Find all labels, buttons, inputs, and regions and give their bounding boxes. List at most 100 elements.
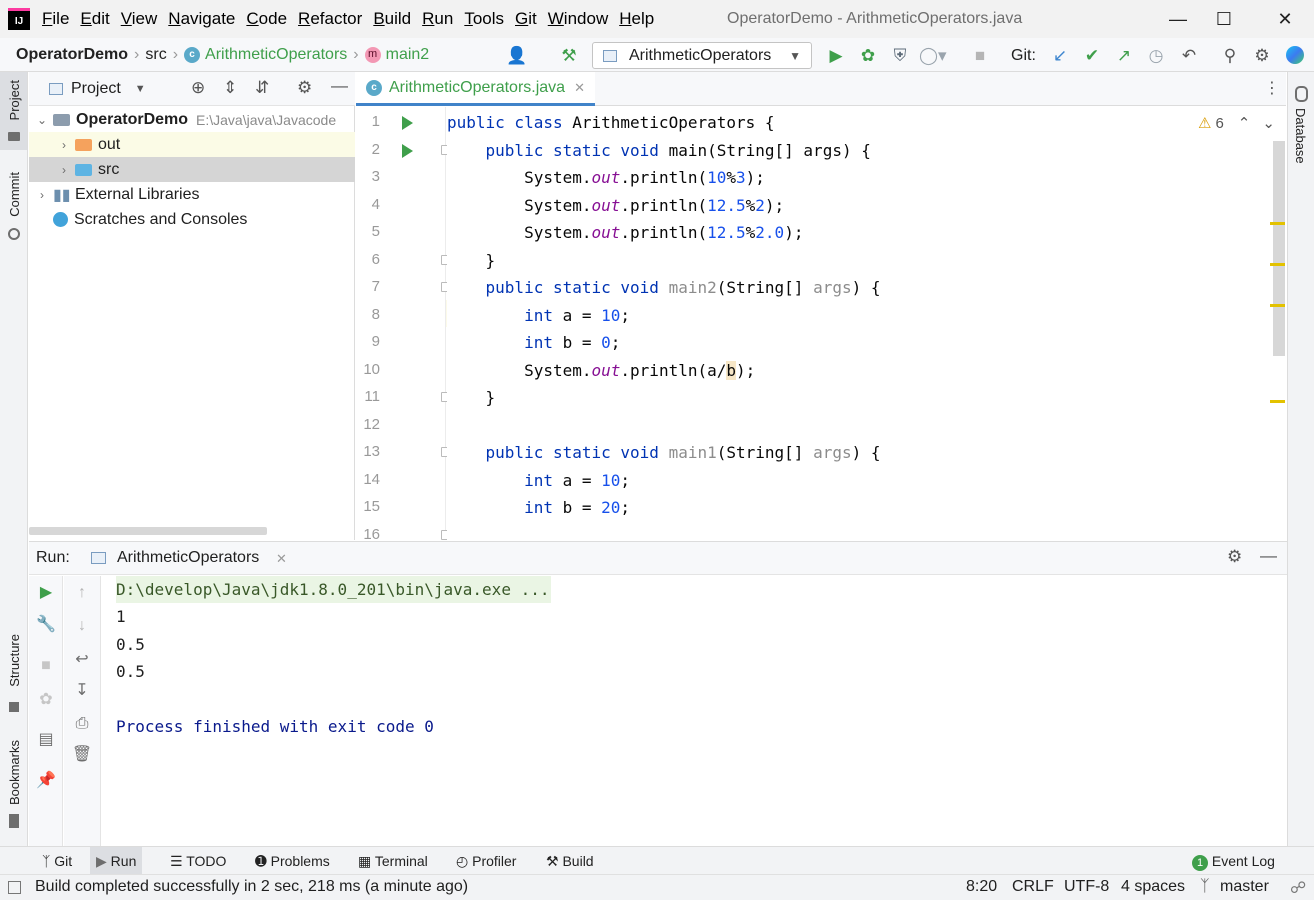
run-configuration-select[interactable]: ArithmeticOperators ▼ xyxy=(592,42,812,69)
gutter-run-icon[interactable] xyxy=(402,116,413,130)
project-tool-tab[interactable]: Project xyxy=(7,80,22,120)
database-tool-tab[interactable]: Database xyxy=(1293,108,1308,164)
code-line[interactable]: System.out.println(a/b); xyxy=(447,357,1273,384)
tool-tab-todo[interactable]: ☰ TODO xyxy=(164,847,232,875)
toggle-tool-windows-icon[interactable] xyxy=(8,881,21,894)
wrench-icon[interactable]: 🔧 xyxy=(34,613,58,637)
gear-icon[interactable]: ⚙ xyxy=(1227,547,1242,567)
history-clock-icon[interactable]: ◷ xyxy=(1143,43,1169,69)
gear-icon[interactable]: ⚙ xyxy=(1249,43,1275,69)
editor-vertical-scrollbar[interactable] xyxy=(1273,141,1285,356)
hide-panel-icon[interactable]: — xyxy=(1260,546,1277,566)
code-line[interactable] xyxy=(447,412,1273,439)
menu-git[interactable]: Git xyxy=(509,0,542,38)
tool-tab-terminal[interactable]: ▦ Terminal xyxy=(352,847,434,875)
debug-bug-icon[interactable]: ✿ xyxy=(855,43,881,69)
commit-tool-tab[interactable]: Commit xyxy=(7,172,22,217)
menu-tools[interactable]: Tools xyxy=(458,0,509,38)
stop-icon[interactable]: ■ xyxy=(34,654,58,678)
breadcrumb-method[interactable]: main2 xyxy=(386,46,430,64)
chevron-down-icon[interactable]: ⌄ xyxy=(1262,114,1275,132)
rollback-icon[interactable]: ↶ xyxy=(1176,43,1202,69)
tree-item-operatordemo[interactable]: ⌄ OperatorDemo E:\Java\java\Javacode xyxy=(29,107,355,132)
status-message[interactable]: Build completed successfully in 2 sec, 2… xyxy=(35,878,468,896)
horizontal-scrollbar[interactable] xyxy=(29,527,267,535)
menu-edit[interactable]: Edit xyxy=(74,0,114,38)
more-options-icon[interactable]: ⋮ xyxy=(1264,78,1280,98)
tool-tab-profiler[interactable]: ◴ Profiler xyxy=(450,847,522,875)
read-only-lock-icon[interactable]: ☍ xyxy=(1290,878,1306,898)
tool-tab-build[interactable]: ⚒ Build xyxy=(540,847,600,875)
tool-tab-git[interactable]: ᛉ Git xyxy=(36,847,78,875)
jetbrains-toolbox-icon[interactable] xyxy=(1286,46,1304,64)
warning-marker[interactable] xyxy=(1270,400,1285,403)
breadcrumb-project[interactable]: OperatorDemo xyxy=(16,46,128,64)
soft-wrap-icon[interactable]: ↩ xyxy=(70,648,94,672)
code-line[interactable]: int b = 20; xyxy=(447,494,1273,521)
inspection-widget[interactable]: ⚠ 6 ⌃ ⌄ xyxy=(1198,114,1275,133)
tree-item-external-libraries[interactable]: › ▮▮ External Libraries xyxy=(29,182,355,207)
scroll-to-end-icon[interactable]: ↧ xyxy=(70,679,94,703)
code-line[interactable]: System.out.println(12.5%2); xyxy=(447,192,1273,219)
menu-run[interactable]: Run xyxy=(416,0,458,38)
code-editor[interactable]: public class ArithmeticOperators { publi… xyxy=(447,107,1273,540)
line-separator[interactable]: CRLF xyxy=(1012,878,1054,896)
code-line[interactable]: public class ArithmeticOperators { xyxy=(447,109,1273,136)
arrow-up-icon[interactable]: ↑ xyxy=(70,581,94,605)
expand-all-icon[interactable]: ⇕ xyxy=(223,78,237,98)
maximize-button[interactable]: ☐ xyxy=(1201,0,1247,38)
tab-arithmeticoperators-java[interactable]: c ArithmeticOperators.java ✕ xyxy=(356,72,595,106)
tree-item-src[interactable]: › src xyxy=(29,157,355,182)
code-line[interactable]: public static void main1(String[] args) … xyxy=(447,439,1273,466)
tool-tab-run[interactable]: ▶ Run xyxy=(90,847,143,875)
code-line[interactable]: public static void main2(String[] args) … xyxy=(447,274,1273,301)
code-line[interactable] xyxy=(447,522,1273,541)
menu-build[interactable]: Build xyxy=(367,0,416,38)
coverage-icon[interactable]: ⛨ xyxy=(887,43,913,69)
event-log-button[interactable]: 1 Event Log xyxy=(1186,847,1281,875)
collapse-all-icon[interactable]: ⇵ xyxy=(255,78,269,98)
code-line[interactable]: int b = 0; xyxy=(447,329,1273,356)
git-branch[interactable]: master xyxy=(1220,878,1269,896)
code-line[interactable]: System.out.println(10%3); xyxy=(447,164,1273,191)
gear-icon[interactable]: ⚙ xyxy=(297,78,312,98)
tree-item-out[interactable]: › out xyxy=(29,132,355,157)
arrow-down-icon[interactable]: ↓ xyxy=(70,614,94,638)
print-icon[interactable]: ⎙ xyxy=(70,712,94,736)
project-panel-title[interactable]: Project xyxy=(71,80,121,98)
close-window-button[interactable]: ✕ xyxy=(1262,0,1308,38)
run-button[interactable]: ▶ xyxy=(823,43,849,69)
code-line[interactable]: int a = 10; xyxy=(447,467,1273,494)
menu-window[interactable]: Window xyxy=(542,0,613,38)
git-push-icon[interactable]: ↗ xyxy=(1111,43,1137,69)
user-icon[interactable]: 👤▾ xyxy=(504,43,530,91)
file-encoding[interactable]: UTF-8 xyxy=(1064,878,1109,896)
stop-button[interactable]: ■ xyxy=(967,43,993,69)
indent-setting[interactable]: 4 spaces xyxy=(1121,878,1185,896)
breadcrumb-src[interactable]: src xyxy=(145,46,166,64)
caret-position[interactable]: 8:20 xyxy=(966,878,997,896)
warning-marker[interactable] xyxy=(1270,222,1285,225)
breadcrumb-class[interactable]: ArithmeticOperators xyxy=(205,46,347,64)
rerun-icon[interactable]: ▶ xyxy=(34,581,58,605)
run-tab-label[interactable]: ArithmeticOperators xyxy=(117,549,259,567)
bookmarks-tool-tab[interactable]: Bookmarks xyxy=(7,740,22,805)
gutter-run-icon[interactable] xyxy=(402,143,413,158)
code-line[interactable]: int a = 10; xyxy=(447,302,1273,329)
trash-icon[interactable]: 🗑 xyxy=(70,743,94,767)
code-line[interactable]: } xyxy=(447,384,1273,411)
menu-help[interactable]: Help xyxy=(613,0,659,38)
menu-navigate[interactable]: Navigate xyxy=(162,0,240,38)
menu-file[interactable]: File xyxy=(36,0,74,38)
warning-marker[interactable] xyxy=(1270,263,1285,266)
structure-tool-tab[interactable]: Structure xyxy=(7,634,22,687)
hide-panel-icon[interactable]: — xyxy=(331,76,348,96)
debug-bug-icon[interactable]: ✿ xyxy=(34,688,58,712)
code-line[interactable]: } xyxy=(447,247,1273,274)
code-line[interactable]: public static void main(String[] args) { xyxy=(447,137,1273,164)
git-commit-icon[interactable]: ✔ xyxy=(1079,43,1105,69)
close-tab-icon[interactable]: ✕ xyxy=(574,80,585,96)
code-line[interactable]: System.out.println(12.5%2.0); xyxy=(447,219,1273,246)
tree-item-scratches[interactable]: Scratches and Consoles xyxy=(29,207,355,232)
layout-icon[interactable]: ▤ xyxy=(34,728,58,752)
